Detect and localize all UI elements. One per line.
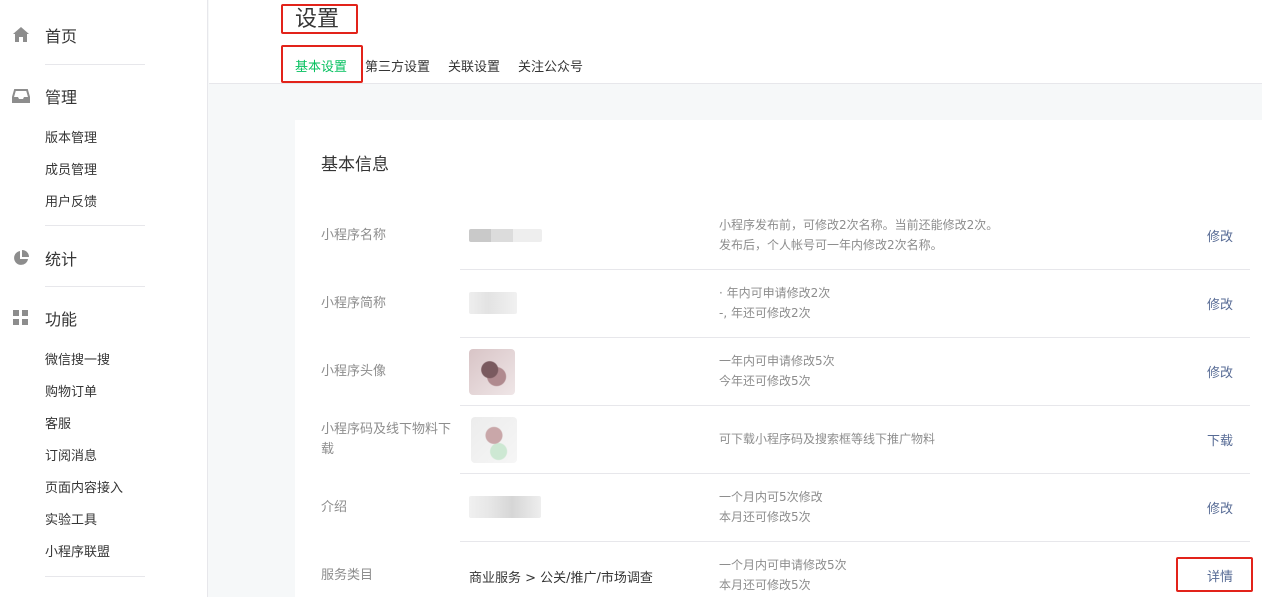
sidebar-item-version-manage[interactable]: 版本管理 [45, 129, 97, 149]
sidebar-item-label: 统计 [45, 250, 78, 269]
service-category-value: 商业服务 > 公关/推广/市场调查 [469, 571, 653, 586]
sidebar: 首页 管理 版本管理 成员管理 用户反馈 统计 功能 微信搜一搜 购物订单 客服… [0, 0, 208, 597]
sidebar-item-experiment-tools[interactable]: 实验工具 [45, 511, 97, 531]
sidebar-group-manage[interactable]: 管理 [0, 76, 208, 116]
row-desc: 本月还可修改5次 [719, 578, 811, 592]
tab-follow-official-account[interactable]: 关注公众号 [518, 58, 583, 83]
row-desc: 一个月内可5次修改 [719, 490, 823, 504]
row-desc: 发布后，个人帐号可一年内修改2次名称。 [719, 238, 943, 252]
modify-name-link[interactable]: 修改 [1207, 226, 1233, 245]
row-label: 小程序简称 [321, 296, 387, 311]
info-row-intro: 介绍 一个月内可5次修改 本月还可修改5次 修改 [295, 474, 1262, 542]
divider [45, 286, 145, 287]
sidebar-item-customer-service[interactable]: 客服 [45, 415, 71, 435]
info-row-service-category: 服务类目 商业服务 > 公关/推广/市场调查 一个月内可申请修改5次 本月还可修… [295, 542, 1262, 597]
row-label: 小程序名称 [321, 228, 387, 243]
grid-icon [13, 310, 28, 325]
modify-avatar-link[interactable]: 修改 [1207, 362, 1233, 381]
info-row-short-name: 小程序简称 · 年内可申请修改2次 -, 年还可修改2次 修改 [295, 270, 1262, 338]
highlight-box [281, 45, 363, 83]
row-label: 介绍 [321, 500, 348, 515]
divider [45, 64, 145, 65]
sidebar-item-statistics[interactable]: 统计 [0, 238, 208, 278]
sidebar-item-subscription-messages[interactable]: 订阅消息 [45, 447, 97, 467]
home-icon [13, 27, 29, 42]
highlight-box [1176, 557, 1253, 592]
row-desc: 小程序发布前，可修改2次名称。当前还能修改2次。 [719, 218, 999, 232]
sidebar-item-mini-program-alliance[interactable]: 小程序联盟 [45, 543, 110, 563]
blurred-value [469, 496, 541, 518]
basic-info-card: 基本信息 小程序名称 小程序发布前，可修改2次名称。当前还能修改2次。 发布后，… [295, 120, 1262, 597]
row-desc: 一个月内可申请修改5次 [719, 558, 847, 572]
tab-third-party-settings[interactable]: 第三方设置 [365, 58, 430, 83]
info-row-qrcode: 小程序码及线下物料下载 可下载小程序码及搜索框等线下推广物料 下载 [295, 406, 1262, 474]
sidebar-group-features[interactable]: 功能 [0, 298, 208, 338]
sidebar-item-user-feedback[interactable]: 用户反馈 [45, 193, 97, 213]
blurred-value [469, 292, 517, 314]
divider [45, 576, 145, 577]
row-desc: 一年内可申请修改5次 [719, 354, 835, 368]
sidebar-item-label: 首页 [45, 27, 78, 46]
download-qrcode-link[interactable]: 下载 [1207, 430, 1233, 449]
inbox-icon [12, 89, 30, 103]
pie-chart-icon [14, 250, 29, 265]
highlight-box [281, 4, 358, 34]
tab-link-settings[interactable]: 关联设置 [448, 58, 500, 83]
row-label: 服务类目 [321, 568, 374, 583]
sidebar-group-label: 功能 [45, 310, 78, 329]
info-row-name: 小程序名称 小程序发布前，可修改2次名称。当前还能修改2次。 发布后，个人帐号可… [295, 202, 1262, 270]
row-desc: 可下载小程序码及搜索框等线下推广物料 [719, 432, 936, 446]
avatar [469, 349, 515, 395]
section-title: 基本信息 [321, 155, 389, 175]
row-label: 小程序头像 [321, 364, 387, 379]
sidebar-item-shopping-orders[interactable]: 购物订单 [45, 383, 97, 403]
row-desc: 本月还可修改5次 [719, 510, 811, 524]
row-desc: -, 年还可修改2次 [719, 306, 811, 320]
sidebar-item-page-content[interactable]: 页面内容接入 [45, 479, 123, 499]
sidebar-item-member-manage[interactable]: 成员管理 [45, 161, 97, 181]
row-desc: 今年还可修改5次 [719, 374, 811, 388]
qrcode-thumbnail [471, 417, 517, 463]
sidebar-item-wechat-search[interactable]: 微信搜一搜 [45, 351, 110, 371]
blurred-value [469, 229, 542, 242]
divider [45, 225, 145, 226]
row-desc: · 年内可申请修改2次 [719, 286, 831, 300]
modify-short-name-link[interactable]: 修改 [1207, 294, 1233, 313]
sidebar-group-label: 管理 [45, 88, 78, 107]
row-label: 小程序码及线下物料下载 [321, 422, 452, 457]
sidebar-item-home[interactable]: 首页 [0, 15, 208, 55]
info-row-avatar: 小程序头像 一年内可申请修改5次 今年还可修改5次 修改 [295, 338, 1262, 406]
modify-intro-link[interactable]: 修改 [1207, 498, 1233, 517]
